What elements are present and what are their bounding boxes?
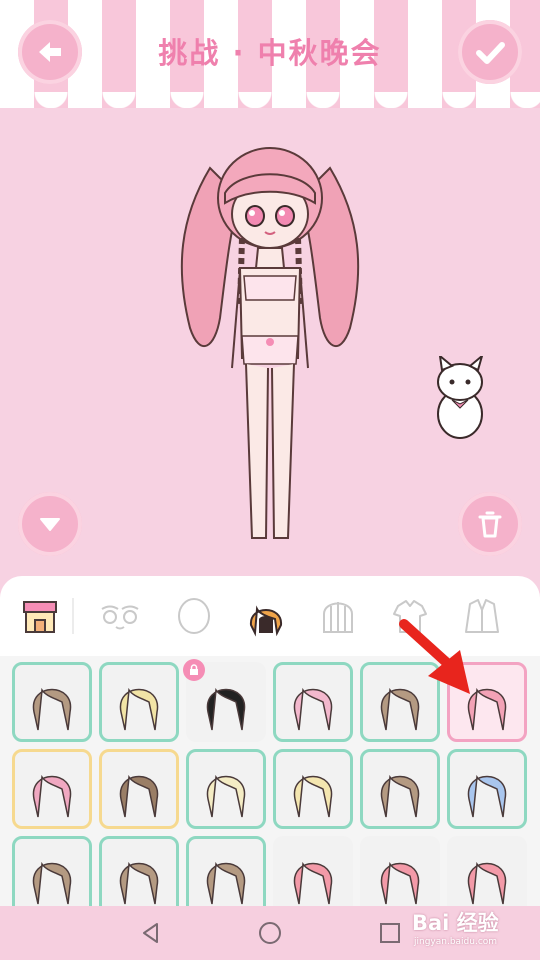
hairstyle-icon — [467, 774, 507, 818]
tab-back-hair[interactable] — [314, 592, 362, 640]
lock-icon — [183, 659, 205, 681]
nav-recents-button[interactable] — [375, 918, 405, 948]
red-arrow-annotation — [399, 619, 470, 694]
hair-item[interactable] — [273, 749, 353, 829]
hair-icon — [249, 605, 283, 637]
hairstyle-icon — [32, 774, 72, 818]
hair-item[interactable] — [12, 749, 92, 829]
hair-item[interactable] — [99, 749, 179, 829]
hair-item[interactable] — [186, 749, 266, 829]
watermark: Bai 经验 jingyan.baidu.com — [412, 903, 536, 955]
tab-face[interactable] — [170, 592, 218, 640]
hair-item[interactable] — [12, 836, 92, 916]
collapse-panel-button[interactable] — [18, 492, 82, 556]
wardrobe-panel — [0, 576, 540, 916]
hairstyle-icon — [206, 861, 246, 905]
hair-item[interactable] — [99, 662, 179, 742]
trash-icon — [478, 511, 502, 538]
hairstyle-icon — [293, 774, 333, 818]
shop-icon — [23, 601, 57, 633]
tab-eyes[interactable] — [96, 592, 144, 640]
character-figure — [180, 147, 360, 539]
triangle-down-icon — [40, 518, 60, 531]
nav-home-icon — [259, 922, 281, 944]
hairstyle-icon — [206, 774, 246, 818]
tab-hair[interactable] — [242, 592, 290, 640]
hairstyle-icon — [380, 774, 420, 818]
hairstyle-icon — [119, 687, 159, 731]
back-hair-icon — [323, 602, 353, 633]
nav-back-icon — [143, 923, 158, 943]
hair-item[interactable] — [12, 662, 92, 742]
hair-item[interactable] — [360, 749, 440, 829]
hairstyle-icon — [380, 861, 420, 905]
hair-item[interactable] — [186, 836, 266, 916]
page-title: 挑战 · 中秋晚会 — [158, 36, 382, 70]
hairstyle-icon — [32, 861, 72, 905]
face-icon — [178, 598, 210, 634]
nav-back-button[interactable] — [136, 918, 166, 948]
hairstyle-icon — [293, 861, 333, 905]
hair-item[interactable] — [183, 659, 266, 742]
trash-button[interactable] — [458, 492, 522, 556]
arrow-left-icon — [39, 42, 61, 62]
nav-home-button[interactable] — [255, 918, 285, 948]
confirm-button[interactable] — [458, 20, 522, 84]
watermark-brand: Bai 经验 — [412, 911, 499, 935]
hair-item[interactable] — [273, 662, 353, 742]
eyes-icon — [101, 605, 139, 630]
hairstyle-icon — [467, 861, 507, 905]
hair-item[interactable] — [447, 749, 527, 829]
tab-shop[interactable] — [16, 592, 64, 640]
hairstyle-icon — [32, 687, 72, 731]
hairstyle-icon — [206, 687, 246, 731]
pet-cat-icon[interactable] — [430, 356, 492, 440]
hairstyle-icon — [293, 687, 333, 731]
nav-recents-icon — [380, 923, 400, 943]
character-stage — [0, 108, 540, 576]
hair-item[interactable] — [99, 836, 179, 916]
watermark-url: jingyan.baidu.com — [414, 937, 498, 947]
check-icon — [476, 42, 505, 64]
hair-item[interactable] — [273, 836, 353, 916]
hairstyle-icon — [119, 861, 159, 905]
hairstyle-icon — [119, 774, 159, 818]
tab-divider — [72, 598, 74, 634]
back-button[interactable] — [18, 20, 82, 84]
